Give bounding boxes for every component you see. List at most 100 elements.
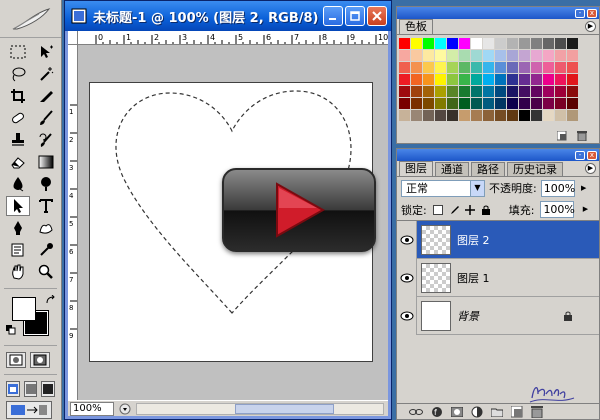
color-swatch[interactable] [483,38,494,49]
standard-screen-mode-button[interactable] [6,381,20,397]
color-swatch[interactable] [543,74,554,85]
lock-brush-icon[interactable] [449,205,459,215]
lock-transparent-checkbox[interactable] [432,204,443,215]
video-play-button[interactable] [222,168,376,252]
color-swatch[interactable] [435,62,446,73]
marquee-tool[interactable] [6,42,30,62]
color-swatch[interactable] [507,98,518,109]
color-swatch[interactable] [411,98,422,109]
color-swatch[interactable] [411,74,422,85]
scrollbar-thumb[interactable] [235,403,334,414]
color-swatch[interactable] [555,50,566,61]
color-swatch[interactable] [495,50,506,61]
color-swatch[interactable] [399,38,410,49]
layer-mask-icon[interactable] [451,406,463,417]
color-swatch[interactable] [423,110,434,121]
type-tool[interactable] [34,196,58,216]
color-swatch[interactable] [567,50,578,61]
color-swatch[interactable] [543,50,554,61]
notes-tool[interactable] [6,240,30,260]
dodge-tool[interactable] [34,174,58,194]
color-swatch[interactable] [531,62,542,73]
layer-visibility-toggle[interactable] [397,296,417,335]
standard-mode-button[interactable] [6,352,26,368]
layer-row-1[interactable]: 图层 1 [397,258,599,297]
color-swatch[interactable] [435,110,446,121]
layers-collapse-button[interactable]: - [575,150,585,160]
new-layer-icon[interactable] [511,405,523,418]
stamp-tool[interactable] [6,130,30,150]
ruler-corner[interactable] [68,31,78,45]
layer-visibility-toggle[interactable] [397,220,417,259]
history-brush-tool[interactable] [34,130,58,150]
color-swatch[interactable] [483,86,494,97]
color-swatch[interactable] [555,86,566,97]
jump-to-imageready-button[interactable] [6,401,52,419]
color-swatch[interactable] [519,62,530,73]
fill-slider-button[interactable]: ▶ [580,201,590,218]
trash-icon[interactable] [531,405,543,418]
slice-tool[interactable] [34,86,58,106]
color-swatch[interactable] [399,62,410,73]
move-tool[interactable] [34,42,58,62]
tab-layers[interactable]: 图层 [399,161,433,176]
color-swatch[interactable] [471,98,482,109]
color-swatch[interactable] [555,98,566,109]
eraser-tool[interactable] [6,152,30,172]
color-swatch[interactable] [411,86,422,97]
chevron-down-icon[interactable]: ▼ [470,180,484,196]
color-swatch[interactable] [459,98,470,109]
color-swatch[interactable] [483,110,494,121]
color-swatch[interactable] [519,74,530,85]
color-swatch[interactable] [423,50,434,61]
full-screen-menu-mode-button[interactable] [23,381,38,397]
color-swatch[interactable] [471,62,482,73]
color-swatch[interactable] [399,74,410,85]
color-swatch[interactable] [495,98,506,109]
color-swatch[interactable] [543,86,554,97]
color-swatch[interactable] [471,74,482,85]
color-swatch[interactable] [471,38,482,49]
pen-tool[interactable] [6,218,30,238]
color-swatch[interactable] [447,98,458,109]
adjustment-layer-icon[interactable] [471,406,483,418]
color-swatch[interactable] [519,86,530,97]
color-swatch[interactable] [423,98,434,109]
color-swatch[interactable] [447,74,458,85]
lock-move-icon[interactable] [464,204,475,215]
color-swatch[interactable] [435,50,446,61]
color-swatch[interactable] [507,50,518,61]
color-swatch[interactable] [507,38,518,49]
hand-tool[interactable] [6,262,30,282]
color-swatch[interactable] [567,74,578,85]
color-swatch[interactable] [471,86,482,97]
color-swatch[interactable] [399,98,410,109]
color-swatch[interactable] [495,38,506,49]
color-swatch[interactable] [399,50,410,61]
color-swatch[interactable] [459,74,470,85]
full-screen-mode-button[interactable] [41,381,56,397]
color-swatch[interactable] [507,62,518,73]
maximize-button[interactable] [345,6,365,26]
color-swatch[interactable] [423,62,434,73]
color-swatch[interactable] [519,38,530,49]
color-swatch[interactable] [483,62,494,73]
color-swatch[interactable] [543,98,554,109]
color-swatch[interactable] [567,62,578,73]
color-swatch[interactable] [507,74,518,85]
color-swatch[interactable] [411,50,422,61]
layer-group-icon[interactable] [491,407,503,417]
color-swatch[interactable] [411,110,422,121]
opacity-slider-button[interactable]: ▶ [579,180,589,197]
color-swatch[interactable] [459,86,470,97]
color-swatch[interactable] [435,38,446,49]
color-swatch[interactable] [519,98,530,109]
color-swatch[interactable] [483,98,494,109]
default-colors-icon[interactable] [6,325,16,335]
color-swatch[interactable] [531,74,542,85]
color-swatch[interactable] [555,62,566,73]
color-swatch[interactable] [531,38,542,49]
minimize-button[interactable] [323,6,343,26]
color-swatch[interactable] [567,38,578,49]
color-swatch[interactable] [519,50,530,61]
